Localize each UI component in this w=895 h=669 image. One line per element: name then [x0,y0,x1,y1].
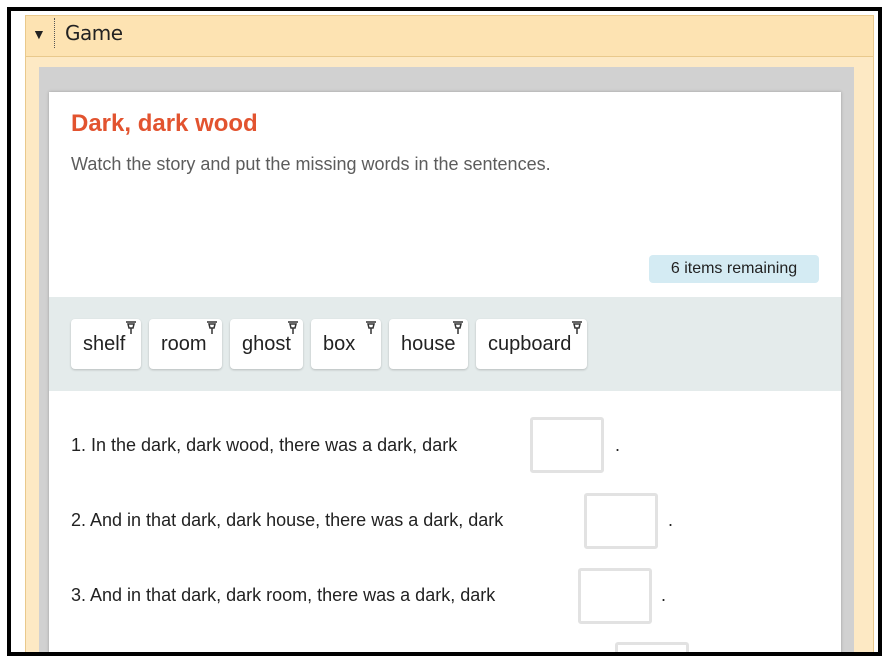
items-remaining-badge: 6 items remaining [649,255,819,283]
word-chip-ghost[interactable]: ghost [230,319,303,369]
word-chip-label: ghost [242,333,291,355]
word-chip-shelf[interactable]: shelf [71,319,141,369]
sentence-3-period: . [661,585,667,605]
word-bank: shelf room ghost box house cupboard [49,297,841,391]
word-chip-cupboard[interactable]: cupboard [476,319,587,369]
answer-slot-2[interactable] [584,493,658,549]
answer-slot-3[interactable] [578,568,652,624]
sentence-2-period: . [668,510,674,530]
answer-slot-1[interactable] [530,417,604,473]
triangle-down-icon[interactable]: ▼ [32,26,46,42]
activity-title: Dark, dark wood [71,110,258,137]
game-frame: ▼ Game Dark, dark wood Watch the story a… [7,7,882,656]
activity-card: Dark, dark wood Watch the story and put … [49,92,841,652]
word-chip-label: room [161,333,207,355]
word-chip-box[interactable]: box [311,319,381,369]
game-panel-header[interactable]: ▼ Game [25,15,874,57]
pushpin-icon [572,321,582,334]
word-chip-house[interactable]: house [389,319,468,369]
pushpin-icon [207,321,217,334]
sentence-1: 1. In the dark, dark wood, there was a d… [71,435,458,455]
pushpin-icon [288,321,298,334]
word-chip-label: shelf [83,333,126,355]
answer-slot-4[interactable] [615,642,689,652]
word-chip-label: house [401,333,456,355]
pushpin-icon [453,321,463,334]
sentence-1-period: . [615,435,621,455]
sentence-3: 3. And in that dark, dark room, there wa… [71,585,496,605]
activity-instructions: Watch the story and put the missing word… [71,154,551,174]
panel-title: Game [54,18,133,48]
sentence-2: 2. And in that dark, dark house, there w… [71,510,504,530]
word-chip-label: box [323,333,356,355]
word-chip-room[interactable]: room [149,319,222,369]
word-chip-label: cupboard [488,333,572,355]
pushpin-icon [366,321,376,334]
pushpin-icon [126,321,136,334]
